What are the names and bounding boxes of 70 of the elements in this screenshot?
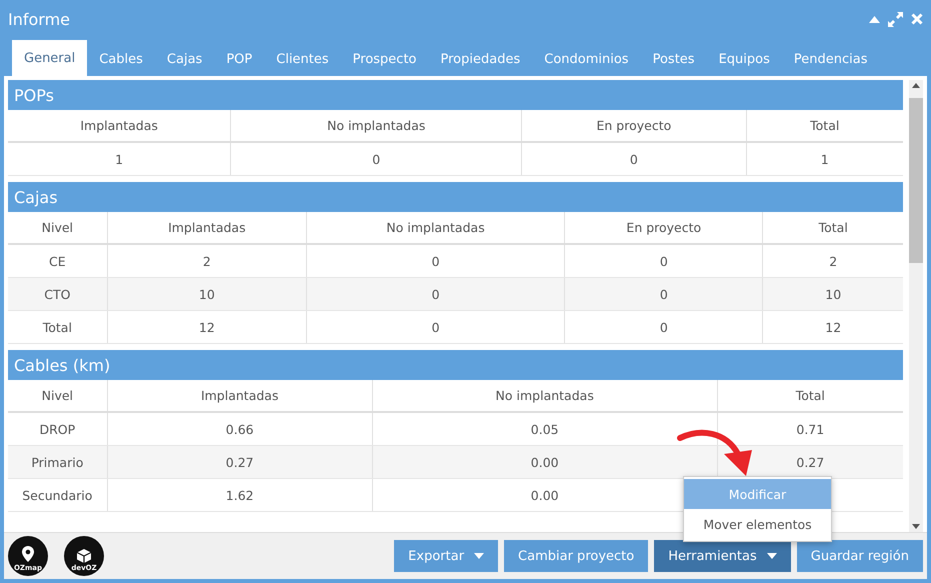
window-title: Informe: [8, 10, 70, 28]
column-header: Nivel: [40, 219, 74, 237]
action-button[interactable]: Guardar región: [796, 540, 923, 572]
section-header: Cajas: [8, 182, 903, 212]
tab[interactable]: POP: [214, 42, 264, 76]
table-cell: 0.27: [106, 446, 372, 478]
table-cell: 10: [762, 278, 903, 310]
table-cell-text: Secundario: [21, 486, 94, 504]
tab[interactable]: Propiedades: [428, 42, 532, 76]
column-header: No implantadas: [306, 212, 564, 243]
column-header: Total: [716, 380, 903, 411]
table-cell-text: DROP: [38, 420, 76, 438]
map-pin-icon: [22, 546, 34, 564]
table-cell: 1: [746, 143, 903, 175]
column-header: En proyecto: [564, 212, 762, 243]
table-cell: 0: [564, 311, 762, 343]
column-header: No implantadas: [230, 110, 522, 141]
table-cell: 0: [564, 278, 762, 310]
action-button[interactable]: Herramientas: [654, 540, 791, 572]
table-cell-text: Primario: [30, 454, 84, 472]
table-cell: 0: [564, 245, 762, 277]
section-header: POPs: [8, 80, 903, 110]
column-header: Total: [746, 110, 903, 141]
table-cell: 2: [106, 245, 306, 277]
tab[interactable]: Postes: [640, 42, 707, 76]
tab[interactable]: Pendencias: [782, 42, 880, 76]
table-cell-text: CE: [48, 252, 67, 270]
column-header: No implantadas: [372, 380, 717, 411]
table-cell: 0.71: [716, 413, 903, 445]
table-cell: 12: [762, 311, 903, 343]
table-cell: 1.62: [106, 479, 372, 511]
column-header: Implantadas: [106, 212, 306, 243]
tab[interactable]: Clientes: [264, 42, 341, 76]
scrollbar[interactable]: [909, 80, 923, 532]
action-button[interactable]: Exportar: [394, 540, 498, 572]
close-icon[interactable]: [911, 13, 923, 25]
table-cell-text: 1: [114, 150, 124, 168]
table-cell: 0: [230, 143, 522, 175]
column-header: Total: [762, 212, 903, 243]
scrollbar-thumb[interactable]: [909, 98, 923, 263]
section-header: Cables (km): [8, 350, 903, 380]
table-cell: 12: [106, 311, 306, 343]
tab[interactable]: Cajas: [154, 42, 214, 76]
column-header: Implantadas: [106, 380, 372, 411]
table-cell: 2: [762, 245, 903, 277]
scroll-down-icon[interactable]: [912, 524, 920, 529]
expand-icon[interactable]: [888, 12, 903, 26]
column-header: En proyecto: [521, 110, 746, 141]
table-cell-text: CTO: [43, 286, 72, 304]
table-cell: 10: [106, 278, 306, 310]
menu-item[interactable]: Modificar: [684, 479, 831, 509]
table-cell-text: Total: [42, 318, 73, 336]
scroll-up-icon[interactable]: [912, 83, 920, 88]
column-header: Implantadas: [79, 117, 159, 135]
tab[interactable]: Prospecto: [340, 42, 429, 76]
action-button[interactable]: Cambiar proyecto: [504, 540, 648, 572]
table-cell: 0: [306, 278, 564, 310]
table-cell: 0: [521, 143, 746, 175]
tab[interactable]: Cables: [87, 42, 155, 76]
tab[interactable]: Condominios: [532, 42, 641, 76]
column-header: Nivel: [40, 387, 74, 405]
collapse-icon[interactable]: [869, 16, 880, 22]
menu-item[interactable]: Mover elementos: [684, 509, 831, 539]
tab[interactable]: Equipos: [706, 42, 782, 76]
table-cell: 0: [306, 311, 564, 343]
table-cell: 0.66: [106, 413, 372, 445]
table-cell: 0.05: [372, 413, 717, 445]
table-cell: 0: [306, 245, 564, 277]
tab[interactable]: General: [12, 40, 88, 76]
cube-icon: [76, 548, 92, 564]
